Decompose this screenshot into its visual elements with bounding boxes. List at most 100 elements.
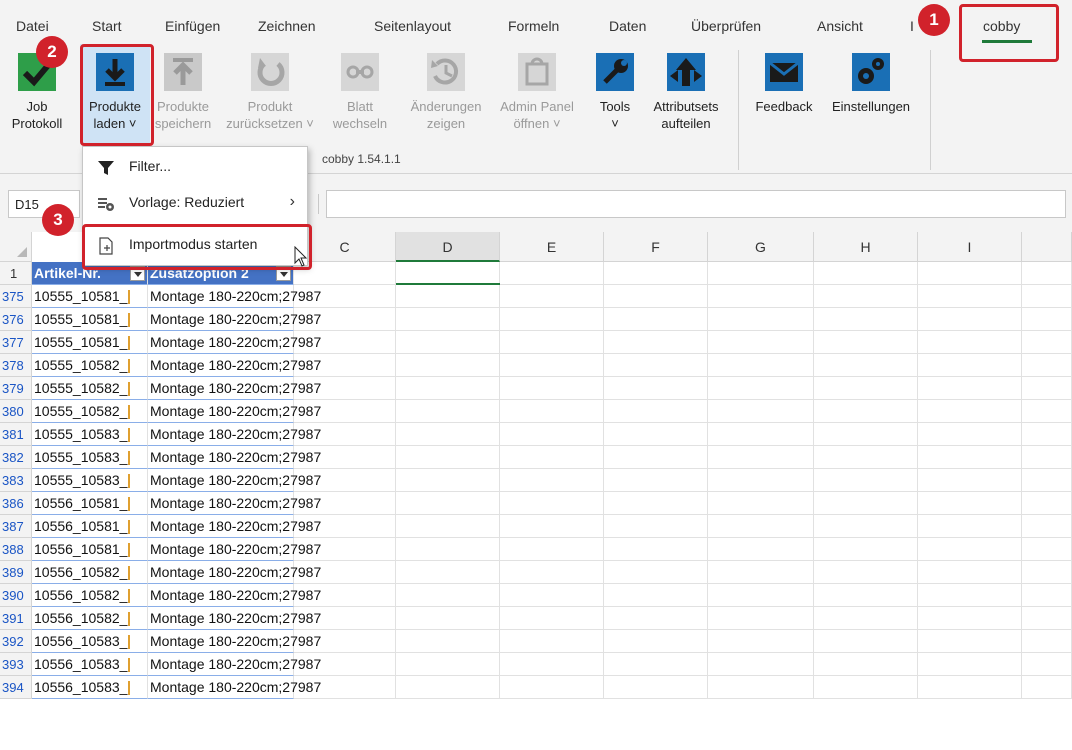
- cell[interactable]: [918, 423, 1022, 446]
- cell[interactable]: [500, 607, 604, 630]
- cell-artikel-nr[interactable]: 10556_10582_: [32, 584, 148, 607]
- row-number[interactable]: 382: [0, 446, 32, 469]
- cell[interactable]: [500, 538, 604, 561]
- row-number[interactable]: 379: [0, 377, 32, 400]
- admin-panel-button[interactable]: Admin Panel öffnen ˅: [494, 44, 580, 132]
- cell[interactable]: [918, 446, 1022, 469]
- cell[interactable]: [814, 653, 918, 676]
- column-header-h[interactable]: H: [814, 232, 918, 262]
- cell[interactable]: [814, 538, 918, 561]
- cell-zusatzoption[interactable]: Montage 180-220cm;27987: [148, 400, 321, 423]
- cell-zusatzoption[interactable]: Montage 180-220cm;27987: [148, 538, 321, 561]
- cell-zusatzoption[interactable]: Montage 180-220cm;27987: [148, 515, 321, 538]
- cell[interactable]: [604, 538, 708, 561]
- tab-seitenlayout[interactable]: Seitenlayout: [374, 18, 451, 34]
- cell[interactable]: [396, 676, 500, 699]
- cell-zusatzoption[interactable]: Montage 180-220cm;27987: [148, 630, 321, 653]
- cell[interactable]: [604, 423, 708, 446]
- cell[interactable]: [604, 584, 708, 607]
- einstellungen-button[interactable]: Einstellungen: [818, 44, 924, 115]
- cell[interactable]: [1022, 515, 1072, 538]
- cell[interactable]: [708, 584, 814, 607]
- cell[interactable]: [918, 377, 1022, 400]
- cell[interactable]: [294, 446, 396, 469]
- row-number[interactable]: 377: [0, 331, 32, 354]
- tab-einfuegen[interactable]: Einfügen: [165, 18, 220, 34]
- menu-item-vorlage[interactable]: Vorlage: Reduziert ›: [83, 187, 309, 217]
- cell[interactable]: [500, 446, 604, 469]
- cell-zusatzoption[interactable]: Montage 180-220cm;27987: [148, 285, 321, 308]
- feedback-button[interactable]: Feedback: [750, 44, 818, 115]
- cell-zusatzoption[interactable]: Montage 180-220cm;27987: [148, 377, 321, 400]
- cell[interactable]: [396, 423, 500, 446]
- cell[interactable]: [396, 400, 500, 423]
- cell-zusatzoption[interactable]: Montage 180-220cm;27987: [148, 561, 321, 584]
- cell[interactable]: [1022, 538, 1072, 561]
- cell[interactable]: [708, 400, 814, 423]
- cell[interactable]: [500, 354, 604, 377]
- cell[interactable]: [814, 377, 918, 400]
- cell[interactable]: [396, 331, 500, 354]
- cell-artikel-nr[interactable]: 10555_10583_: [32, 423, 148, 446]
- cell[interactable]: [708, 354, 814, 377]
- cell[interactable]: [500, 377, 604, 400]
- cell[interactable]: [708, 515, 814, 538]
- cell-artikel-nr[interactable]: 10555_10582_: [32, 400, 148, 423]
- tab-datei[interactable]: Datei: [16, 18, 49, 34]
- row-number[interactable]: 383: [0, 469, 32, 492]
- column-header-j[interactable]: [1022, 232, 1072, 262]
- cell[interactable]: [1022, 308, 1072, 331]
- cell[interactable]: [918, 308, 1022, 331]
- row-number[interactable]: 392: [0, 630, 32, 653]
- cell[interactable]: [294, 492, 396, 515]
- cell[interactable]: [500, 400, 604, 423]
- cell[interactable]: [1022, 400, 1072, 423]
- cell[interactable]: [294, 400, 396, 423]
- cell-artikel-nr[interactable]: 10556_10583_: [32, 630, 148, 653]
- cell[interactable]: [500, 515, 604, 538]
- cell[interactable]: [918, 331, 1022, 354]
- cell[interactable]: [604, 561, 708, 584]
- tab-zeichnen[interactable]: Zeichnen: [258, 18, 316, 34]
- cell[interactable]: [918, 676, 1022, 699]
- cell-artikel-nr[interactable]: 10556_10582_: [32, 607, 148, 630]
- cell-artikel-nr[interactable]: 10555_10581_: [32, 308, 148, 331]
- cell[interactable]: [604, 446, 708, 469]
- cell[interactable]: [708, 469, 814, 492]
- cell[interactable]: [604, 354, 708, 377]
- cell[interactable]: [500, 262, 604, 285]
- tab-formeln[interactable]: Formeln: [508, 18, 559, 34]
- cell[interactable]: [918, 285, 1022, 308]
- cell[interactable]: [708, 331, 814, 354]
- row-number[interactable]: 394: [0, 676, 32, 699]
- cell[interactable]: [1022, 492, 1072, 515]
- cell[interactable]: [396, 515, 500, 538]
- cell[interactable]: [814, 492, 918, 515]
- formula-input[interactable]: [326, 190, 1066, 218]
- cell-zusatzoption[interactable]: Montage 180-220cm;27987: [148, 584, 321, 607]
- cell[interactable]: [500, 423, 604, 446]
- cell[interactable]: [1022, 285, 1072, 308]
- cell[interactable]: [396, 630, 500, 653]
- menu-item-filter[interactable]: Filter...: [83, 151, 309, 181]
- cell[interactable]: [396, 607, 500, 630]
- row-number[interactable]: 386: [0, 492, 32, 515]
- cell[interactable]: [604, 400, 708, 423]
- cell-artikel-nr[interactable]: 10555_10581_: [32, 331, 148, 354]
- cell-zusatzoption[interactable]: Montage 180-220cm;27987: [148, 423, 321, 446]
- cell[interactable]: [1022, 423, 1072, 446]
- row-number[interactable]: 389: [0, 561, 32, 584]
- cell-artikel-nr[interactable]: 10556_10583_: [32, 653, 148, 676]
- cell-zusatzoption[interactable]: Montage 180-220cm;27987: [148, 331, 321, 354]
- cell[interactable]: [396, 377, 500, 400]
- tab-hidden[interactable]: I: [910, 18, 914, 34]
- cell[interactable]: [814, 262, 918, 285]
- row-number[interactable]: 390: [0, 584, 32, 607]
- cell[interactable]: [604, 607, 708, 630]
- cell[interactable]: [604, 377, 708, 400]
- cell[interactable]: [604, 676, 708, 699]
- cell[interactable]: [604, 262, 708, 285]
- row-number[interactable]: 380: [0, 400, 32, 423]
- cell-zusatzoption[interactable]: Montage 180-220cm;27987: [148, 469, 321, 492]
- cell[interactable]: [604, 630, 708, 653]
